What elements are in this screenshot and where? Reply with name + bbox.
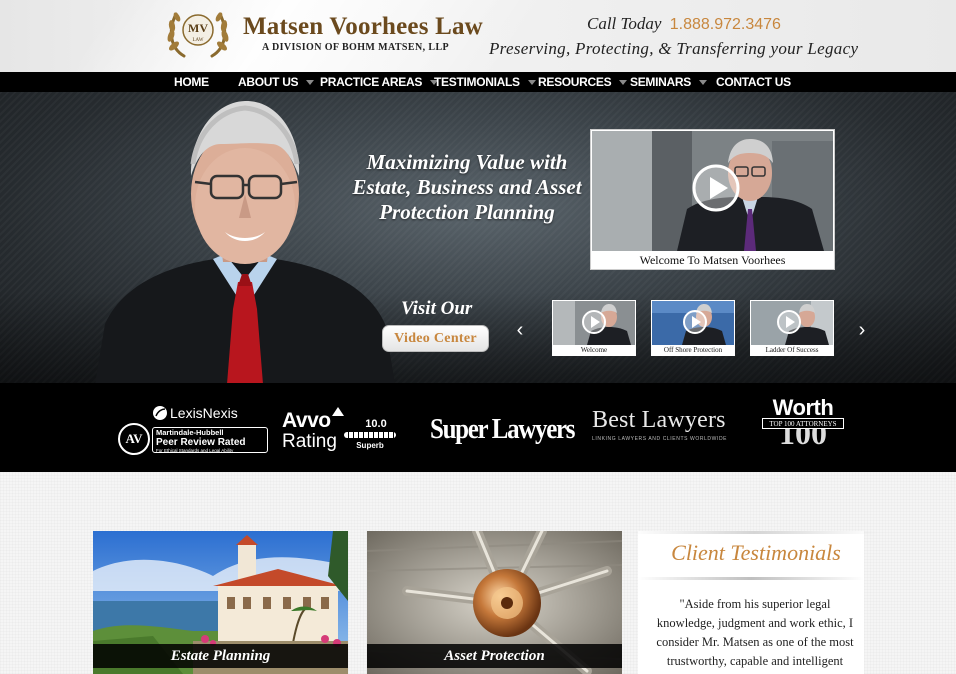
chevron-right-icon[interactable]: › bbox=[855, 320, 869, 340]
nav-item-label: HOME bbox=[174, 75, 209, 89]
avvo-score: 10.0 bbox=[365, 418, 387, 430]
visit-our-label: Visit Our bbox=[401, 298, 473, 319]
martindale-line2: Peer Review Rated bbox=[156, 437, 246, 448]
av-rating-seal: AV bbox=[118, 423, 150, 455]
video-thumbnail-off-shore-protection[interactable]: Off Shore Protection bbox=[651, 300, 735, 356]
main-video-player[interactable]: Welcome To Matsen Voorhees bbox=[590, 129, 835, 270]
card-caption: Asset Protection bbox=[367, 644, 622, 668]
play-icon[interactable] bbox=[581, 309, 607, 335]
site-header: MV LAW Matsen Voorhees Law A DIVISION OF… bbox=[0, 0, 956, 72]
best-lawyers-name: Best Lawyers bbox=[592, 407, 726, 433]
card-caption: Estate Planning bbox=[93, 644, 348, 668]
logo-seal-word: LAW bbox=[193, 38, 204, 43]
phone-number-link[interactable]: 1.888.972.3476 bbox=[670, 16, 781, 33]
testimonials-title[interactable]: Client Testimonials bbox=[638, 540, 874, 566]
laurel-logo-icon[interactable]: MV LAW bbox=[162, 2, 234, 62]
hero-headline: Maximizing Value with Estate, Business a… bbox=[352, 150, 582, 224]
nav-item-about-us[interactable]: ABOUT US bbox=[238, 72, 315, 92]
logo-initials: MV bbox=[188, 21, 208, 35]
play-icon[interactable] bbox=[691, 163, 741, 213]
nav-item-contact-us[interactable]: CONTACT US bbox=[716, 72, 791, 92]
avvo-flag-icon bbox=[332, 407, 344, 416]
lexisnexis-brand: LexisNexis bbox=[170, 405, 238, 421]
call-label: Call Today bbox=[587, 14, 662, 33]
video-center-button[interactable]: Video Center bbox=[382, 325, 489, 352]
best-lawyers-sub: LINKING LAWYERS AND CLIENTS WORLDWIDE bbox=[592, 436, 728, 442]
nav-item-home[interactable]: HOME bbox=[174, 72, 209, 92]
firm-name[interactable]: Matsen Voorhees Law bbox=[243, 13, 483, 41]
best-lawyers-badge[interactable]: Best Lawyers LINKING LAWYERS AND CLIENTS… bbox=[592, 407, 737, 447]
testimonial-quote: "Aside from his superior legal knowledge… bbox=[656, 597, 854, 668]
chevron-left-icon[interactable]: ‹ bbox=[513, 320, 527, 340]
card-asset-protection[interactable]: Asset Protection bbox=[367, 531, 622, 674]
martindale-line3: For Ethical Standards and Legal Ability bbox=[156, 448, 234, 453]
nav-item-label: SEMINARS bbox=[630, 75, 691, 89]
video-thumbnail-welcome[interactable]: Welcome bbox=[552, 300, 636, 356]
video-thumbnail-ladder-of-success[interactable]: Ladder Of Success bbox=[750, 300, 834, 356]
firm-subtitle: A DIVISION OF BOHM MATSEN, LLP bbox=[262, 42, 450, 53]
martindale-hubbell-badge[interactable]: LexisNexis AV Martindale-Hubbell Peer Re… bbox=[118, 405, 268, 455]
divider bbox=[630, 531, 878, 534]
nav-item-label: RESOURCES bbox=[538, 75, 612, 89]
video-thumbnail-caption: Ladder Of Success bbox=[765, 346, 819, 354]
nav-item-label: ABOUT US bbox=[238, 75, 299, 89]
caret-down-icon bbox=[527, 80, 536, 86]
super-lawyers-badge[interactable]: Super Lawyers bbox=[430, 413, 575, 449]
call-today: Call Today 1.888.972.3476 bbox=[587, 14, 781, 34]
avvo-score-bar bbox=[344, 432, 396, 438]
awards-band: LexisNexis AV Martindale-Hubbell Peer Re… bbox=[0, 383, 956, 472]
nav-item-seminars[interactable]: SEMINARS bbox=[630, 72, 707, 92]
divider bbox=[638, 577, 864, 580]
caret-down-icon bbox=[619, 80, 628, 86]
nav-item-label: TESTIMONIALS bbox=[434, 75, 520, 89]
video-thumbnail-caption: Welcome bbox=[580, 346, 608, 354]
main-video-caption: Welcome To Matsen Voorhees bbox=[639, 253, 786, 267]
worth-top-100-badge[interactable]: Worth 100 TOP 100 ATTORNEYS bbox=[760, 395, 846, 457]
martindale-line1: Martindale-Hubbell bbox=[156, 428, 224, 437]
avvo-brand: Avvo bbox=[282, 409, 331, 432]
avvo-score-label: Superb bbox=[356, 441, 384, 450]
caret-down-icon bbox=[306, 80, 315, 86]
avvo-rating-badge[interactable]: Avvo Rating 10.0 Superb bbox=[282, 407, 400, 455]
nav-item-label: PRACTICE AREAS bbox=[320, 75, 423, 89]
avvo-rating-word: Rating bbox=[282, 431, 337, 452]
nav-item-label: CONTACT US bbox=[716, 75, 791, 89]
attorney-portrait-image bbox=[95, 100, 395, 384]
nav-item-testimonials[interactable]: TESTIMONIALS bbox=[434, 72, 536, 92]
lexisnexis-logo-icon bbox=[153, 406, 167, 420]
caret-down-icon bbox=[698, 80, 707, 86]
client-testimonials-panel: Client Testimonials "Aside from his supe… bbox=[630, 531, 878, 674]
nav-item-practice-areas[interactable]: PRACTICE AREAS bbox=[320, 72, 439, 92]
video-thumbnail-caption: Off Shore Protection bbox=[663, 346, 723, 354]
play-icon[interactable] bbox=[682, 309, 708, 335]
play-icon[interactable] bbox=[776, 309, 802, 335]
nav-item-resources[interactable]: RESOURCES bbox=[538, 72, 628, 92]
main-nav: HOME ABOUT US PRACTICE AREAS TESTIMONIAL… bbox=[0, 72, 956, 92]
worth-sub: TOP 100 ATTORNEYS bbox=[762, 418, 844, 429]
tagline: Preserving, Protecting, & Transferring y… bbox=[489, 39, 859, 58]
card-estate-planning[interactable]: Estate Planning bbox=[93, 531, 348, 674]
